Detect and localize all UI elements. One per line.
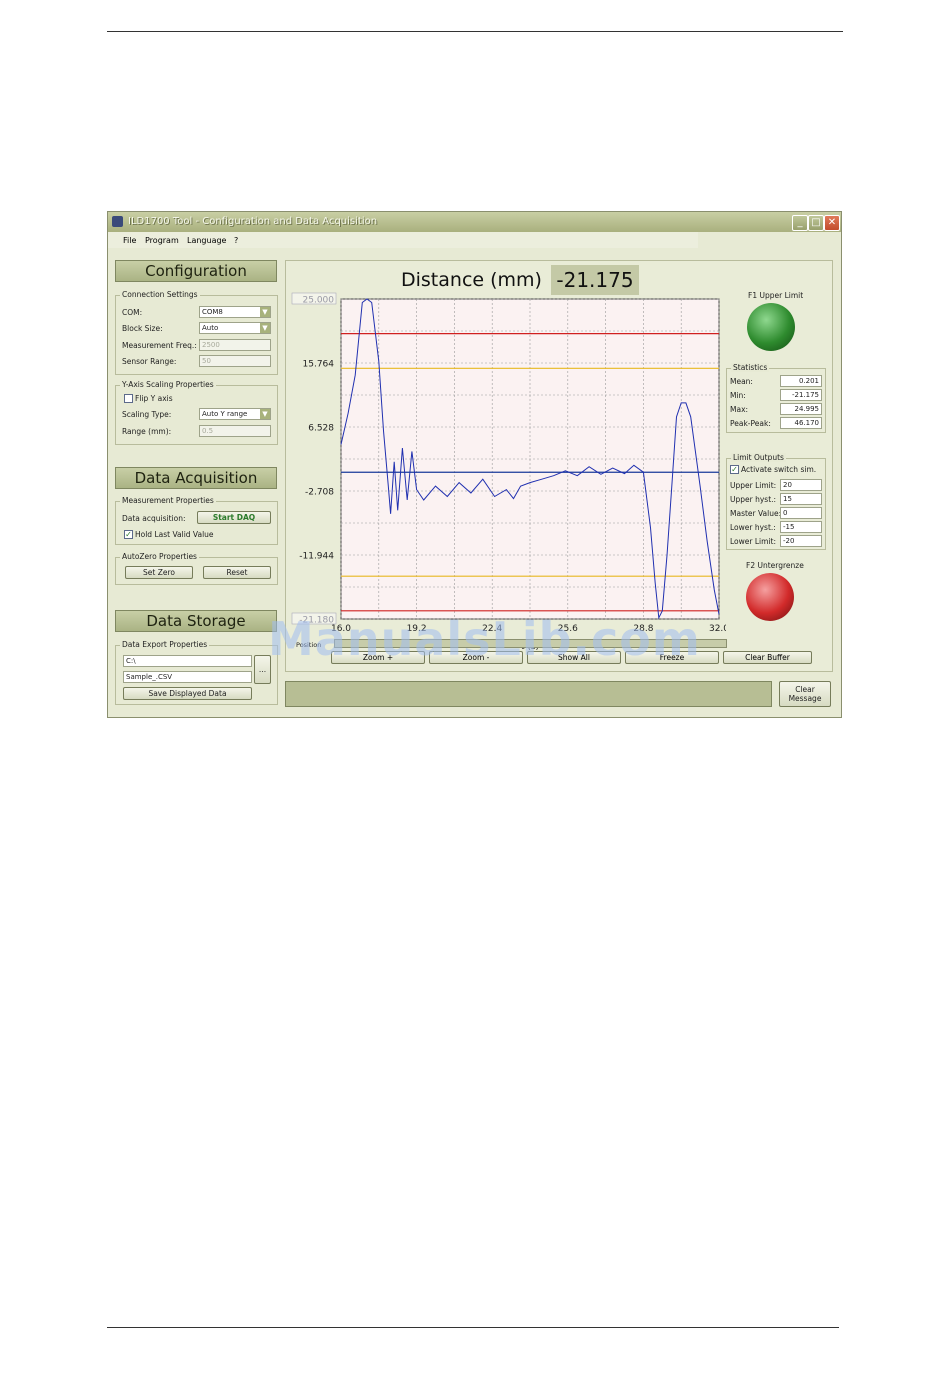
y-tick-label: 6.528: [308, 424, 334, 434]
f2-lower-limit-led: [746, 573, 794, 621]
configuration-header: Configuration: [115, 260, 277, 282]
y-axis-scaling-legend: Y-Axis Scaling Properties: [120, 380, 216, 389]
hold-last-valid-label: Hold Last Valid Value: [135, 530, 214, 539]
stat-mean-value: 0.201: [780, 375, 822, 387]
scaling-type-value: Auto Y range: [202, 410, 248, 418]
data-export-legend: Data Export Properties: [120, 640, 210, 649]
f1-upper-limit-led: [747, 303, 795, 351]
chevron-down-icon: ▼: [260, 307, 270, 317]
com-select[interactable]: COM8 ▼: [199, 306, 271, 318]
minimize-button[interactable]: _: [792, 215, 808, 231]
menu-file[interactable]: File: [123, 236, 136, 245]
sensor-range-label: Sensor Range:: [122, 357, 177, 366]
autozero-legend: AutoZero Properties: [120, 552, 199, 561]
hold-last-valid-checkbox[interactable]: ✓: [124, 530, 133, 539]
chevron-down-icon: ▼: [260, 323, 270, 333]
upper-hyst-field[interactable]: 15: [780, 493, 822, 505]
measurement-freq-field[interactable]: 2500: [199, 339, 271, 351]
clear-message-label: Clear Message: [788, 685, 822, 703]
f1-led-label: F1 Upper Limit: [748, 291, 804, 300]
flip-y-label: Flip Y axis: [135, 394, 173, 403]
limit-outputs-legend: Limit Outputs: [731, 453, 786, 462]
set-zero-button[interactable]: Set Zero: [125, 566, 193, 579]
close-button[interactable]: ✕: [824, 215, 840, 231]
distance-chart: 16.019.222.425.628.832.025.00015.7646.52…: [291, 292, 726, 651]
measurement-freq-label: Measurement Freq.:: [122, 341, 197, 350]
window-title: ILD1700 Tool - Configuration and Data Ac…: [128, 216, 378, 227]
upper-limit-field[interactable]: 20: [780, 479, 822, 491]
title-bar[interactable]: ILD1700 Tool - Configuration and Data Ac…: [108, 212, 841, 232]
stat-min-label: Min:: [730, 391, 746, 400]
clear-message-button[interactable]: Clear Message: [779, 681, 831, 707]
menu-help[interactable]: ?: [234, 236, 238, 245]
start-daq-button[interactable]: Start DAQ: [197, 511, 271, 524]
y-tick-label: -2.708: [305, 488, 334, 498]
x-tick-label: 32.0: [709, 624, 726, 634]
connection-settings-group: Connection Settings COM: COM8 ▼ Block Siz…: [115, 290, 278, 375]
app-icon: [112, 216, 123, 227]
data-acquisition-label: Data acquisition:: [122, 514, 186, 523]
reset-button[interactable]: Reset: [203, 566, 271, 579]
stat-mean-label: Mean:: [730, 377, 753, 386]
lower-hyst-label: Lower hyst.:: [730, 523, 776, 532]
data-acquisition-header: Data Acquisition: [115, 467, 277, 489]
chevron-down-icon: ▼: [260, 409, 270, 419]
data-storage-header: Data Storage: [115, 610, 277, 632]
save-displayed-data-button[interactable]: Save Displayed Data: [123, 687, 252, 700]
stat-peak-label: Peak-Peak:: [730, 419, 771, 428]
block-size-select[interactable]: Auto ▼: [199, 322, 271, 334]
data-export-group: Data Export Properties C:\ Sample_.CSV .…: [115, 640, 278, 705]
measurement-properties-legend: Measurement Properties: [120, 496, 216, 505]
flip-y-checkbox[interactable]: [124, 394, 133, 403]
clear-buffer-button[interactable]: Clear Buffer: [723, 651, 812, 664]
menu-bar: File Program Language ?: [108, 232, 698, 248]
f2-led-label: F2 Untergrenze: [746, 561, 804, 570]
measurement-properties-group: Measurement Properties Data acquisition:…: [115, 496, 278, 545]
menu-language[interactable]: Language: [187, 236, 226, 245]
scaling-type-label: Scaling Type:: [122, 410, 172, 419]
connection-settings-legend: Connection Settings: [120, 290, 200, 299]
stat-max-label: Max:: [730, 405, 749, 414]
activate-switch-label: Activate switch sim.: [741, 465, 817, 474]
y-tick-label: 15.764: [303, 360, 335, 370]
chart-pane: Distance (mm) -21.175 16.0 19.2 22.4 25.6 28…: [285, 260, 833, 672]
upper-hyst-label: Upper hyst.:: [730, 495, 777, 504]
limit-outputs-group: Limit Outputs ✓ Activate switch sim. Upp…: [726, 453, 826, 550]
statistics-group: Statistics Mean: 0.201 Min: -21.175 Max:…: [726, 363, 826, 433]
range-mm-label: Range (mm):: [122, 427, 172, 436]
block-size-label: Block Size:: [122, 324, 163, 333]
autozero-group: AutoZero Properties Set Zero Reset: [115, 552, 278, 585]
lower-limit-label: Lower Limit:: [730, 537, 776, 546]
watermark: ManualsLib.com: [268, 612, 701, 666]
page-bottom-rule: [107, 1327, 839, 1328]
statistics-legend: Statistics: [731, 363, 770, 372]
page-top-rule: [107, 31, 843, 32]
y-tick-label: -11.944: [299, 552, 334, 562]
maximize-button[interactable]: □: [808, 215, 824, 231]
y-axis-scaling-group: Y-Axis Scaling Properties Flip Y axis Sc…: [115, 380, 278, 445]
lower-limit-field[interactable]: -20: [780, 535, 822, 547]
master-value-field[interactable]: 0: [780, 507, 822, 519]
com-value: COM8: [202, 308, 223, 316]
stat-peak-value: 46.170: [780, 417, 822, 429]
message-bar: [285, 681, 772, 707]
stat-max-value: 24.995: [780, 403, 822, 415]
scaling-type-select[interactable]: Auto Y range ▼: [199, 408, 271, 420]
stat-min-value: -21.175: [780, 389, 822, 401]
sensor-range-field[interactable]: 50: [199, 355, 271, 367]
activate-switch-checkbox[interactable]: ✓: [730, 465, 739, 474]
lower-hyst-field[interactable]: -15: [780, 521, 822, 533]
upper-limit-label: Upper Limit:: [730, 481, 777, 490]
master-value-label: Master Value:: [730, 509, 782, 518]
range-mm-field[interactable]: 0.5: [199, 425, 271, 437]
block-size-value: Auto: [202, 324, 219, 332]
y-tick-label: 25.000: [303, 296, 335, 306]
export-path-field[interactable]: C:\: [123, 655, 252, 667]
export-file-field[interactable]: Sample_.CSV: [123, 671, 252, 683]
com-label: COM:: [122, 308, 143, 317]
menu-program[interactable]: Program: [145, 236, 179, 245]
